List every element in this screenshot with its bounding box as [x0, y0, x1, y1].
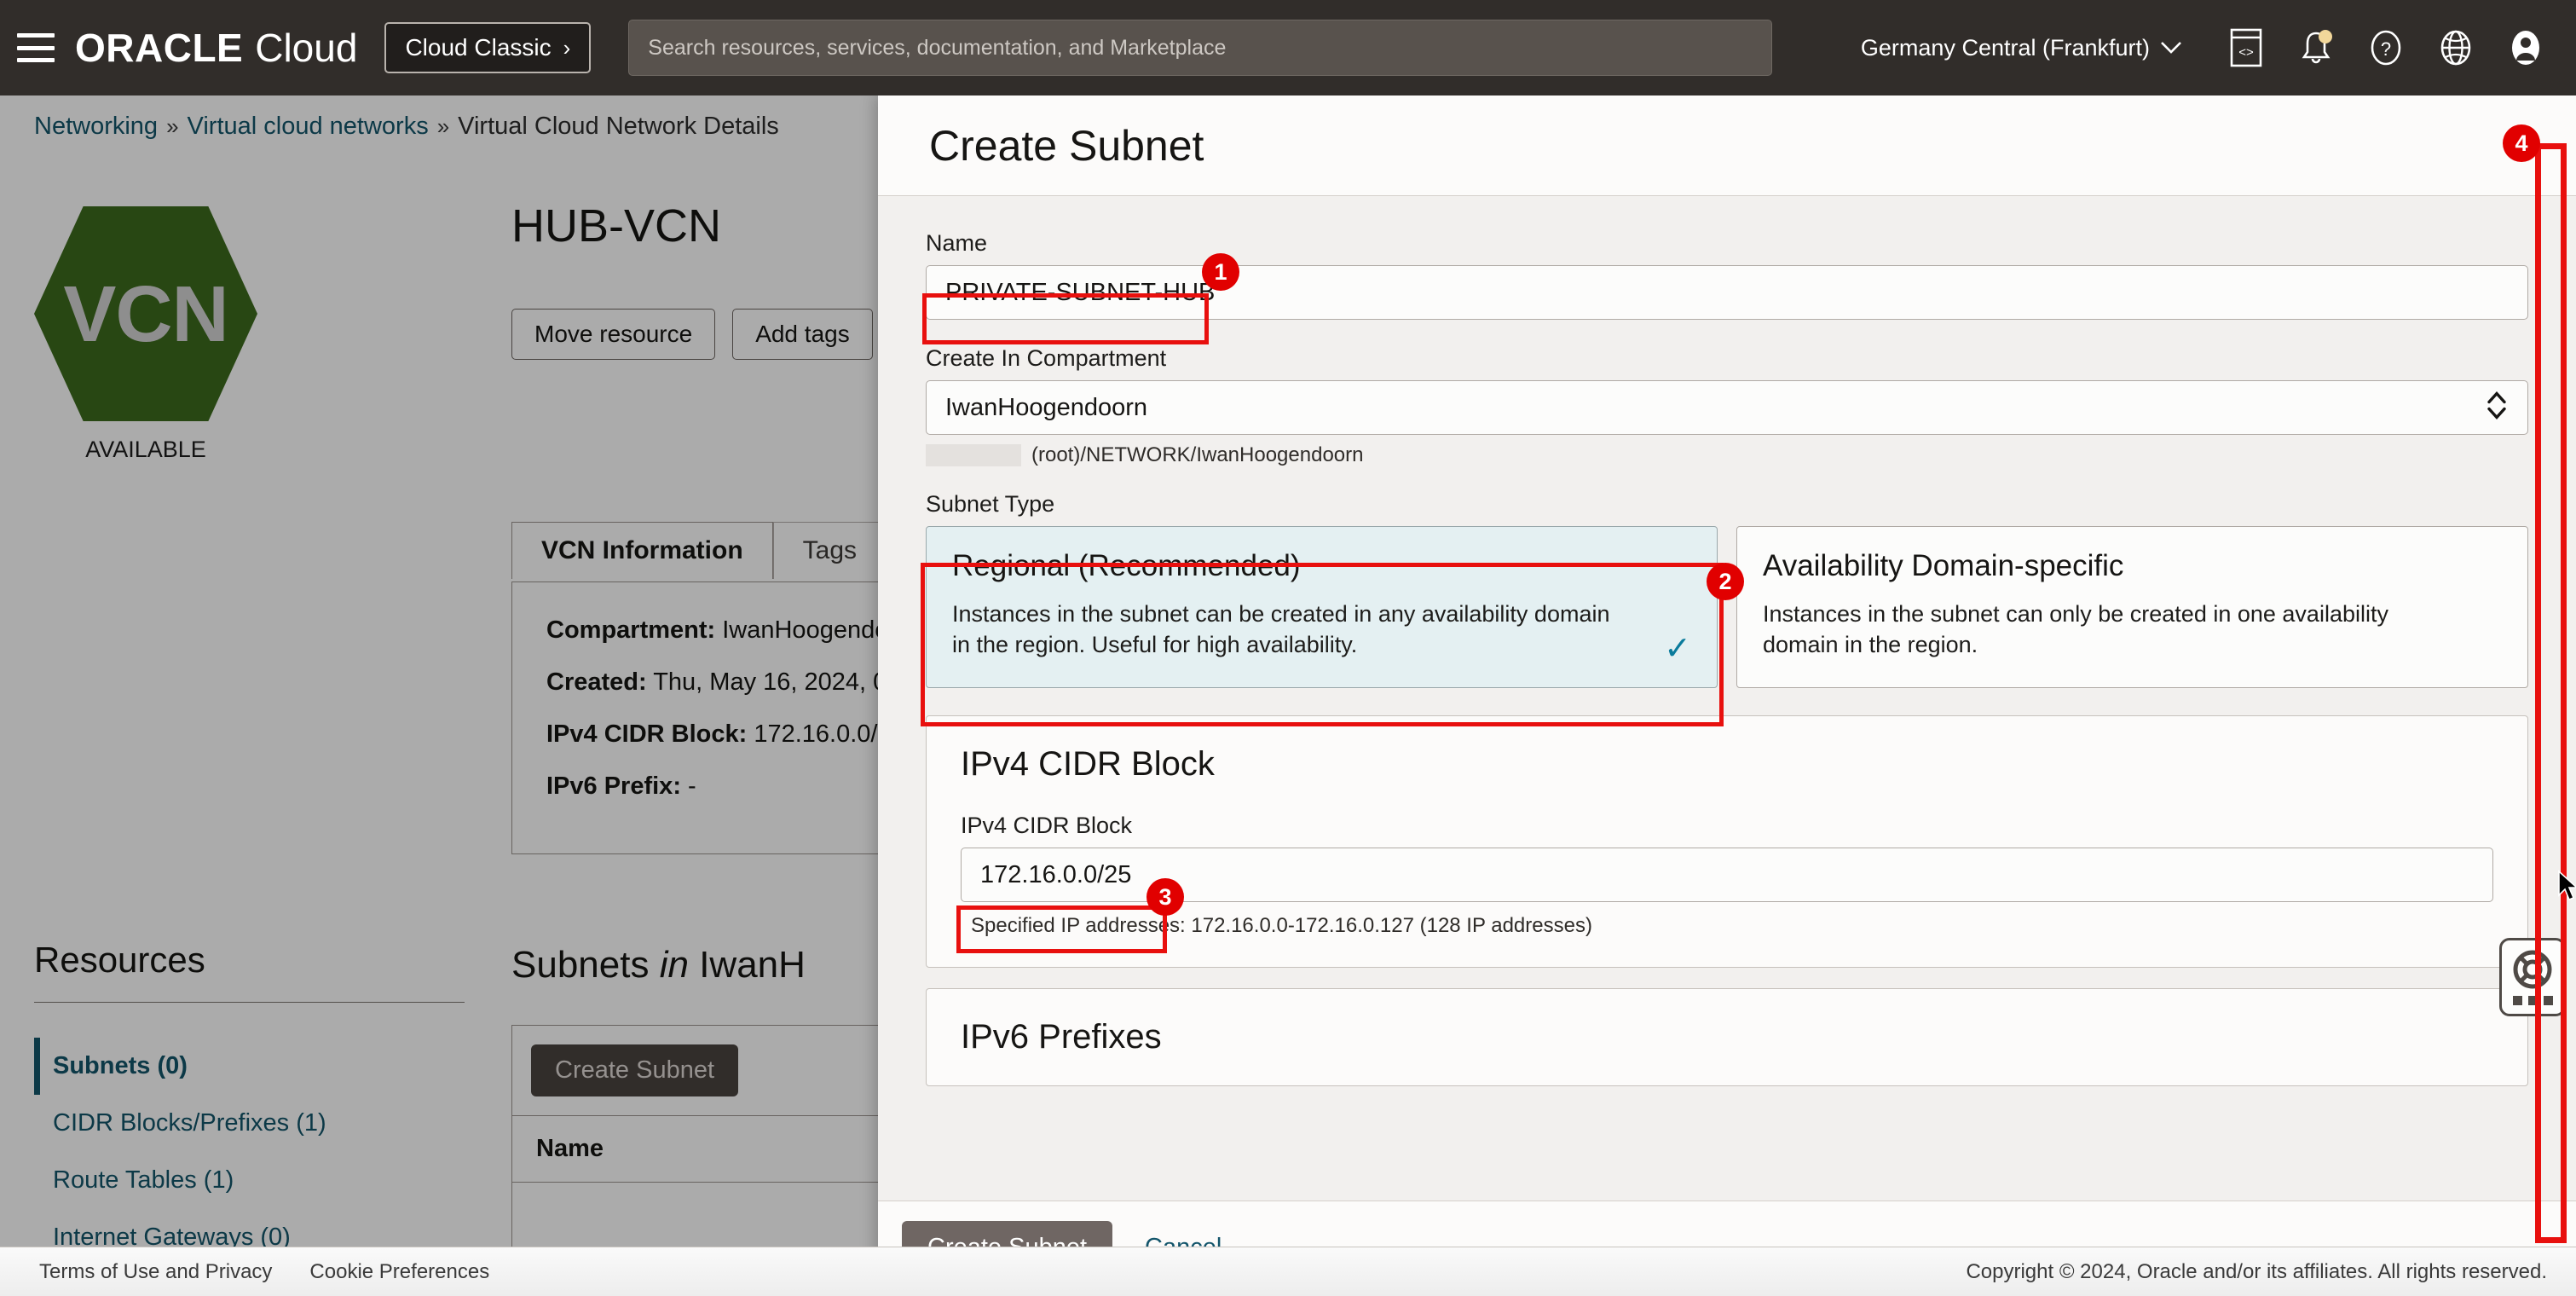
annotation-badge-3: 3 [1146, 878, 1184, 916]
breadcrumb-current: Virtual Cloud Network Details [458, 113, 779, 140]
chevron-down-icon [2161, 42, 2181, 54]
subnet-type-ad-specific-card[interactable]: Availability Domain-specific Instances i… [1736, 526, 2528, 688]
annotation-badge-1: 1 [1202, 253, 1239, 291]
tab-vcn-information[interactable]: VCN Information [511, 522, 773, 579]
sidebar-item-subnets[interactable]: Subnets (0) [34, 1038, 465, 1095]
page-footer: Terms of Use and Privacy Cookie Preferen… [0, 1247, 2576, 1296]
ipv6-prefixes-section: IPv6 Prefixes [926, 988, 2528, 1086]
top-navigation-bar: ORACLE Cloud Cloud Classic › Germany Cen… [0, 0, 2576, 95]
cloud-shell-icon[interactable]: <> [2220, 21, 2273, 74]
subnet-type-ad-specific-description: Instances in the subnet can only be crea… [1763, 601, 2388, 658]
ipv4-cidr-input[interactable] [961, 848, 2493, 902]
footer-terms-link[interactable]: Terms of Use and Privacy [39, 1260, 272, 1284]
subnets-section-title: Subnets in IwanH [511, 944, 806, 986]
info-label: Created: [546, 668, 647, 696]
ipv6-section-title: IPv6 Prefixes [961, 1018, 1162, 1056]
subnet-type-options: Regional (Recommended) Instances in the … [926, 526, 2528, 688]
move-resource-button[interactable]: Move resource [511, 309, 716, 360]
breadcrumb-networking[interactable]: Networking [34, 113, 158, 141]
detail-tabs: VCN Information Tags [511, 522, 887, 579]
user-avatar-icon[interactable] [2499, 21, 2552, 74]
footer-copyright: Copyright © 2024, Oracle and/or its affi… [1966, 1259, 2547, 1283]
life-preserver-icon [2513, 950, 2552, 988]
chevron-right-icon: › [563, 34, 571, 61]
ipv4-hint-text: Specified IP addresses: 172.16.0.0-172.1… [971, 914, 1592, 937]
tab-tags[interactable]: Tags [772, 522, 887, 579]
breadcrumb: Networking » Virtual cloud networks » Vi… [34, 113, 779, 141]
resource-action-buttons: Move resource Add tags [511, 309, 938, 360]
info-value: 172.16.0.0/2 [754, 720, 892, 748]
help-widget-button[interactable] [2499, 938, 2566, 1016]
name-field-group: Name [926, 230, 2528, 320]
compartment-select[interactable] [926, 380, 2528, 435]
footer-cookie-link[interactable]: Cookie Preferences [309, 1260, 489, 1284]
subnet-type-regional-title: Regional (Recommended) [952, 549, 1301, 582]
create-subnet-panel: Create Subnet Name Create In Compartment… [878, 95, 2576, 1294]
compartment-label: Create In Compartment [926, 345, 1167, 371]
check-icon: ✓ [1664, 631, 1691, 667]
sidebar-item-cidr-blocks[interactable]: CIDR Blocks/Prefixes (1) [34, 1095, 465, 1152]
subnets-title-post: IwanH [699, 944, 806, 986]
subnet-type-ad-specific-title: Availability Domain-specific [1763, 549, 2124, 582]
cloud-wordmark: Cloud [255, 26, 358, 70]
svg-text:?: ? [2381, 38, 2391, 60]
compartment-path-row: (root)/NETWORK/IwanHoogendoorn [926, 443, 2528, 467]
ipv4-cidr-section: IPv4 CIDR Block IPv4 CIDR Block Specifie… [926, 715, 2528, 968]
ipv4-field-label: IPv4 CIDR Block [961, 813, 1133, 838]
vcn-hexagon-badge: VCN [34, 206, 257, 421]
name-label: Name [926, 230, 988, 256]
hamburger-menu-icon[interactable] [17, 33, 55, 62]
resources-divider [34, 1002, 465, 1003]
compartment-select-wrapper[interactable] [926, 380, 2528, 435]
notification-dot [2319, 30, 2332, 43]
name-input[interactable] [926, 265, 2528, 320]
panel-body: Name Create In Compartment (root)/NETWOR… [878, 196, 2576, 1201]
region-label: Germany Central (Frankfurt) [1860, 34, 2150, 61]
resources-heading: Resources [34, 940, 205, 980]
oracle-logo: ORACLE [75, 26, 244, 70]
compartment-field-group: Create In Compartment (root)/NETWORK/Iwa… [926, 345, 2528, 467]
svg-text:<>: <> [2238, 45, 2254, 60]
sidebar-item-route-tables[interactable]: Route Tables (1) [34, 1152, 465, 1209]
status-badge: AVAILABLE [85, 437, 206, 462]
create-subnet-button-background[interactable]: Create Subnet [531, 1044, 739, 1096]
subnet-type-label: Subnet Type [926, 491, 1055, 517]
breadcrumb-separator-icon: » [436, 113, 450, 139]
panel-header: Create Subnet [878, 95, 2576, 196]
region-selector[interactable]: Germany Central (Frankfurt) [1861, 35, 2182, 61]
notifications-bell-icon[interactable] [2290, 21, 2342, 74]
cloud-classic-label: Cloud Classic [405, 34, 552, 61]
language-globe-icon[interactable] [2429, 21, 2482, 74]
search-input[interactable] [628, 20, 1773, 76]
nav-right-cluster: Germany Central (Frankfurt) <> ? [1861, 21, 2576, 74]
info-label: IPv4 CIDR Block: [546, 720, 748, 748]
info-value: - [688, 772, 696, 800]
cloud-classic-button[interactable]: Cloud Classic › [384, 22, 592, 73]
info-label: Compartment: [546, 616, 716, 644]
help-question-icon[interactable]: ? [2359, 21, 2412, 74]
subnet-type-regional-description: Instances in the subnet can be created i… [952, 601, 1610, 658]
compartment-path-swatch [926, 444, 1021, 466]
compartment-path-text: (root)/NETWORK/IwanHoogendoorn [1031, 443, 1364, 466]
ipv4-section-title: IPv4 CIDR Block [961, 745, 1215, 783]
subnets-title-pre: Subnets [511, 944, 650, 986]
vcn-badge-label: VCN [63, 269, 228, 358]
info-value: Thu, May 16, 2024, 0 [653, 668, 887, 696]
subnet-type-regional-card[interactable]: Regional (Recommended) Instances in the … [926, 526, 1718, 688]
mouse-cursor [2557, 870, 2576, 906]
subnets-title-in: in [659, 944, 689, 986]
breadcrumb-virtual-cloud-networks[interactable]: Virtual cloud networks [188, 113, 429, 141]
panel-title: Create Subnet [929, 121, 1204, 170]
annotation-badge-4: 4 [2503, 124, 2540, 162]
info-label: IPv6 Prefix: [546, 772, 681, 800]
help-widget-dots [2512, 995, 2553, 1005]
breadcrumb-separator-icon: » [166, 113, 179, 139]
page-title: HUB-VCN [511, 200, 722, 252]
annotation-badge-2: 2 [1707, 563, 1744, 600]
add-tags-button[interactable]: Add tags [732, 309, 873, 360]
